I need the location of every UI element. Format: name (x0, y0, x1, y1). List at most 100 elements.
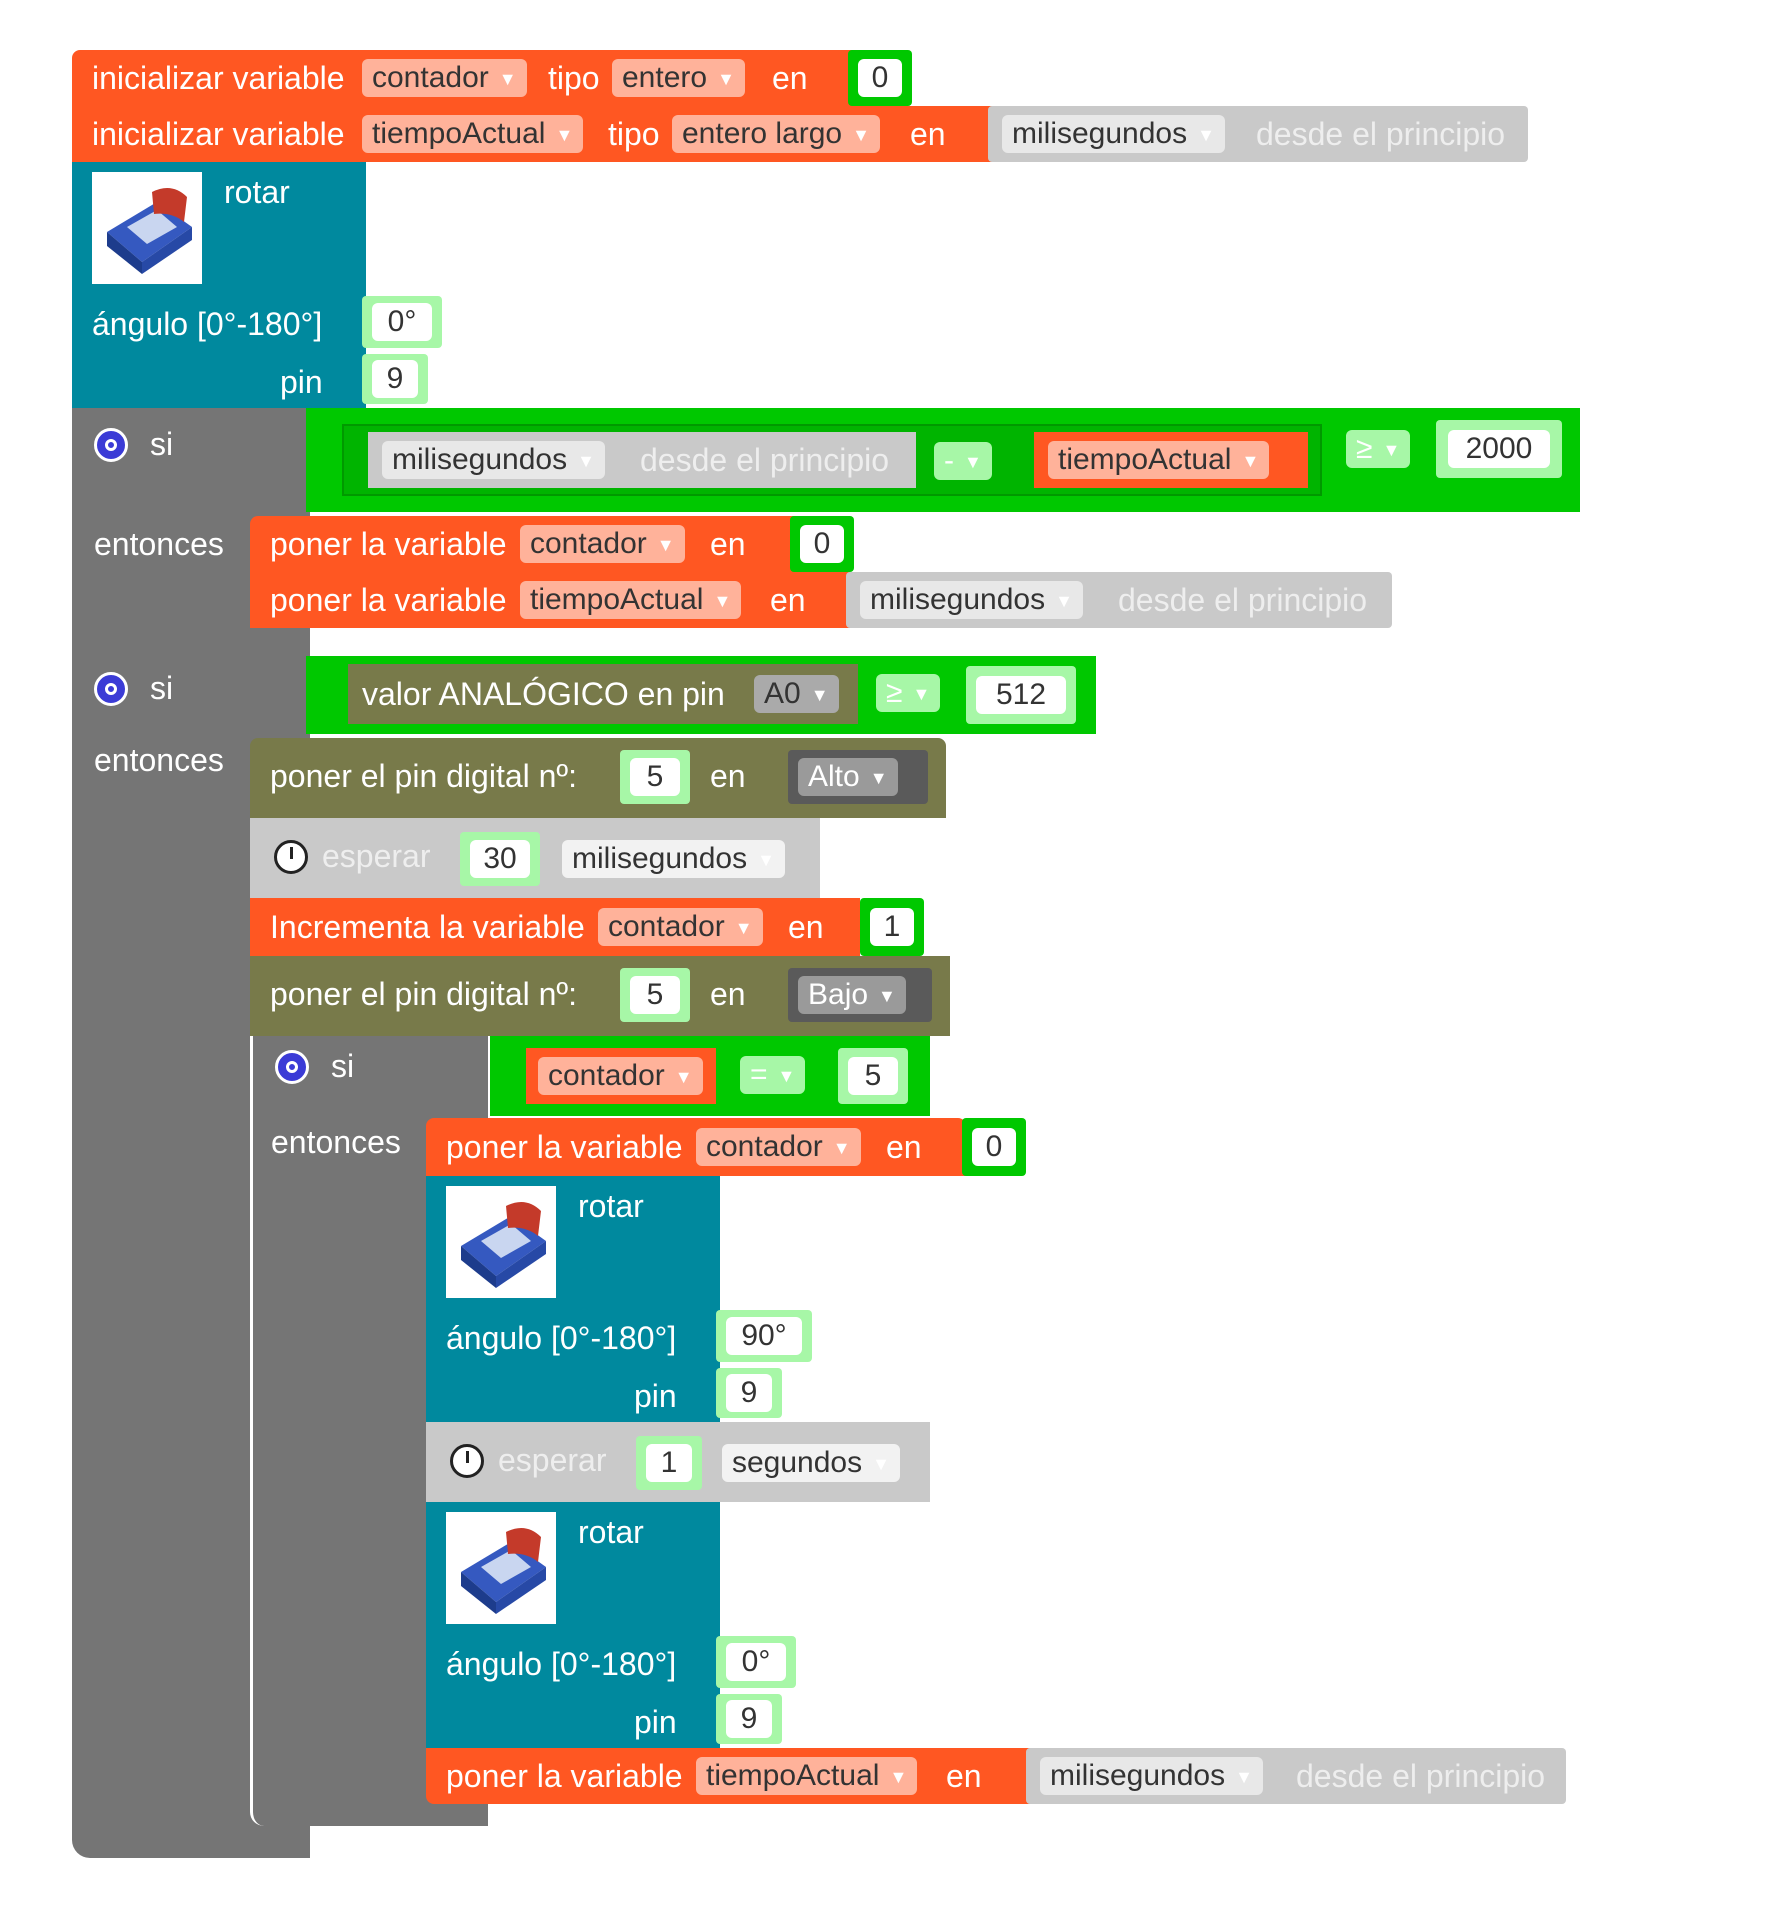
number-field[interactable]: 0 (972, 1128, 1016, 1166)
number-field[interactable]: 0 (800, 525, 844, 563)
set-var-block[interactable]: poner la variable contador ▼ en (250, 516, 850, 572)
set-label: poner la variable (270, 526, 507, 562)
type-dropdown[interactable]: entero ▼ (612, 59, 745, 97)
millis-block[interactable]: milisegundos ▼ desde el principio (368, 432, 916, 488)
desde-label: desde el principio (1118, 582, 1368, 618)
unit-dropdown[interactable]: milisegundos ▼ (1002, 115, 1225, 153)
gear-icon[interactable] (94, 428, 128, 462)
compare-block-3[interactable]: contador ▼ = ▼ 5 (490, 1036, 930, 1116)
chevron-down-icon: ▼ (869, 768, 888, 789)
comparator-dropdown[interactable]: ≥ ▼ (1346, 430, 1411, 468)
operator-dropdown[interactable]: - ▼ (934, 442, 992, 480)
millis-block[interactable]: milisegundos ▼ desde el principio (846, 572, 1392, 628)
en-label: en (946, 1758, 982, 1794)
servo-rotate-block[interactable]: rotar ángulo [0°-180°] pin (72, 162, 366, 408)
chevron-down-icon: ▼ (656, 535, 675, 556)
chevron-down-icon: ▼ (1055, 591, 1073, 612)
pin-name: A0 (764, 677, 801, 710)
chevron-down-icon: ▼ (912, 684, 931, 705)
comparator: ≥ (886, 676, 903, 709)
var-dropdown-tiempo[interactable]: tiempoActual ▼ (362, 115, 584, 153)
servo-rotate-block[interactable]: rotar ángulo [0°-180°] pin (426, 1502, 720, 1748)
number-socket: 0 (962, 1118, 1026, 1176)
pin-field[interactable]: 9 (726, 1700, 772, 1738)
number-field[interactable]: 1 (646, 1444, 692, 1482)
var-name: contador (372, 61, 489, 94)
gear-icon[interactable] (275, 1050, 309, 1084)
var-dropdown-contador[interactable]: contador ▼ (362, 59, 527, 97)
wait-block[interactable]: esperar 30 milisegundos ▼ (250, 818, 820, 898)
var-getter[interactable]: tiempoActual ▼ (1034, 432, 1308, 488)
increment-block[interactable]: Incrementa la variable contador ▼ en (250, 898, 860, 956)
number-socket: 0 (848, 50, 912, 106)
unit-name: milisegundos (392, 443, 568, 476)
desde-label: desde el principio (1256, 116, 1506, 152)
pin-field[interactable]: 5 (630, 758, 680, 796)
var-dropdown[interactable]: tiempoActual ▼ (1048, 441, 1270, 479)
digital-write-block[interactable]: poner el pin digital nº: 5 en Alto ▼ (250, 738, 946, 818)
comparator-dropdown[interactable]: ≥ ▼ (876, 674, 941, 712)
unit-name: milisegundos (870, 583, 1046, 616)
unit-dropdown[interactable]: milisegundos ▼ (562, 840, 785, 878)
tipo-label: tipo (608, 116, 660, 152)
number-field[interactable]: 0 (858, 59, 902, 97)
chevron-down-icon: ▼ (674, 1067, 693, 1088)
var-dropdown[interactable]: tiempoActual ▼ (696, 1757, 918, 1795)
pin-field[interactable]: 9 (372, 360, 418, 398)
unit-dropdown[interactable]: milisegundos ▼ (860, 581, 1083, 619)
subtract-block[interactable]: milisegundos ▼ desde el principio - ▼ tiem… (342, 424, 1322, 496)
number-field[interactable]: 512 (976, 676, 1066, 714)
operator: - (944, 444, 954, 477)
number-field[interactable]: 1 (870, 908, 914, 946)
millis-block[interactable]: milisegundos ▼ desde el principio (1026, 1748, 1566, 1804)
var-getter[interactable]: contador ▼ (526, 1048, 716, 1104)
var-dropdown[interactable]: contador ▼ (538, 1057, 703, 1095)
set-var-block[interactable]: poner la variable tiempoActual ▼ en (426, 1748, 1030, 1804)
gear-icon[interactable] (94, 672, 128, 706)
set-var-block[interactable]: poner la variable contador ▼ en (426, 1118, 966, 1176)
en-label: en (886, 1129, 922, 1165)
millis-block[interactable]: milisegundos ▼ desde el principio (988, 106, 1528, 162)
number-field[interactable]: 2000 (1448, 430, 1550, 468)
analog-read-block[interactable]: valor ANALÓGICO en pin A0 ▼ (348, 664, 858, 724)
pin-dropdown[interactable]: A0 ▼ (754, 675, 839, 713)
chevron-down-icon: ▼ (1235, 1767, 1253, 1788)
pin-field[interactable]: 9 (726, 1374, 772, 1412)
digital-write-block[interactable]: poner el pin digital nº: 5 en Bajo ▼ (250, 956, 950, 1036)
state-block[interactable]: Alto ▼ (788, 750, 928, 804)
angle-field[interactable]: 0° (726, 1643, 786, 1681)
state-block[interactable]: Bajo ▼ (788, 968, 932, 1022)
compare-block-1[interactable]: milisegundos ▼ desde el principio - ▼ tiem… (306, 408, 1580, 512)
var-dropdown[interactable]: contador ▼ (696, 1128, 861, 1166)
init-tiempo-block[interactable]: inicializar variable tiempoActual ▼ tipo … (72, 106, 992, 162)
rotar-label: rotar (224, 174, 290, 210)
state-dropdown[interactable]: Alto ▼ (798, 758, 898, 796)
analog-label: valor ANALÓGICO en pin (362, 676, 725, 712)
chevron-down-icon: ▼ (964, 452, 982, 473)
var-dropdown[interactable]: contador ▼ (520, 525, 685, 563)
pin-socket: 5 (620, 750, 690, 804)
wait-label: esperar (322, 838, 431, 874)
wait-block[interactable]: esperar 1 segundos ▼ (426, 1422, 930, 1502)
state-dropdown[interactable]: Bajo ▼ (798, 976, 906, 1014)
angle-field[interactable]: 0° (372, 303, 432, 341)
operator-dropdown[interactable]: = ▼ (740, 1056, 806, 1094)
number-field[interactable]: 5 (848, 1057, 898, 1095)
var-name: tiempoActual (706, 1759, 880, 1792)
init-contador-block[interactable]: inicializar variable contador ▼ tipo ente… (72, 50, 862, 106)
servo-rotate-block[interactable]: rotar ángulo [0°-180°] pin (426, 1176, 720, 1422)
unit-dropdown[interactable]: milisegundos ▼ (1040, 1757, 1263, 1795)
unit-dropdown[interactable]: segundos ▼ (722, 1444, 900, 1482)
number-field[interactable]: 30 (470, 840, 530, 878)
angle-field[interactable]: 90° (726, 1317, 802, 1355)
unit-dropdown[interactable]: milisegundos ▼ (382, 441, 605, 479)
var-dropdown[interactable]: tiempoActual ▼ (520, 581, 742, 619)
number-socket: 1 (636, 1436, 702, 1490)
compare-block-2[interactable]: valor ANALÓGICO en pin A0 ▼ ≥ ▼ 512 (306, 656, 1096, 734)
chevron-down-icon: ▼ (577, 451, 595, 472)
set-var-block[interactable]: poner la variable tiempoActual ▼ en (250, 572, 850, 628)
pin-field[interactable]: 5 (630, 976, 680, 1014)
type-dropdown[interactable]: entero largo ▼ (672, 115, 880, 153)
number-socket: 2000 (1436, 420, 1562, 478)
var-dropdown[interactable]: contador ▼ (598, 908, 763, 946)
